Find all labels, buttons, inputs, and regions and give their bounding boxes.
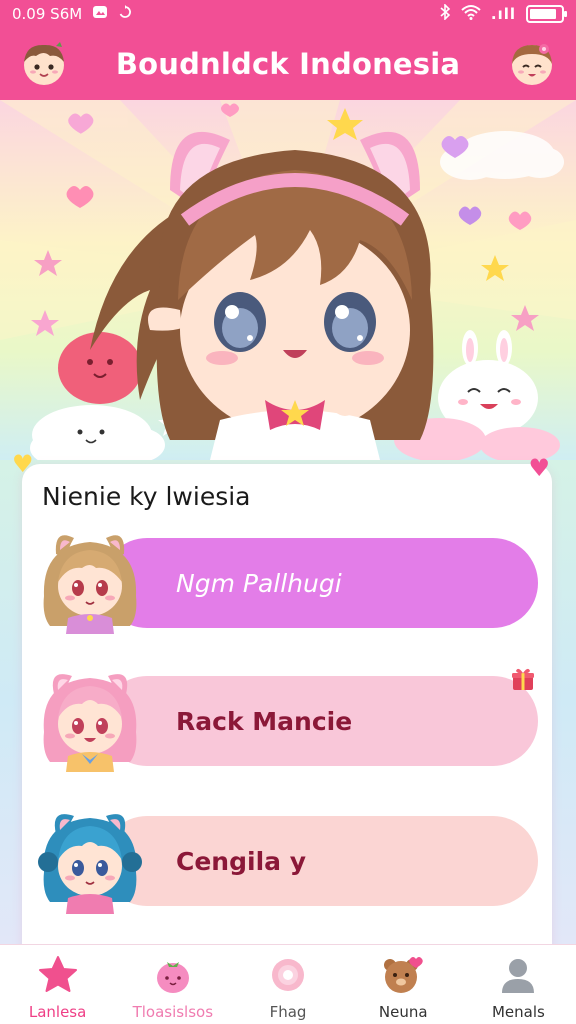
nav-item-4[interactable]: Neuna — [346, 945, 461, 1024]
list-item-button[interactable]: Cengila y — [102, 816, 538, 906]
app-header: Boudnldck Indonesia — [0, 28, 576, 100]
pink-cat-girl-avatar — [43, 674, 137, 772]
nav-item-5[interactable]: Menals — [461, 945, 576, 1024]
gift-icon[interactable] — [510, 666, 536, 692]
status-time: 0.09 S6M — [12, 5, 83, 23]
bear-icon — [384, 957, 423, 993]
nav-item-3[interactable]: Fhag — [230, 945, 345, 1024]
list-item-label: Ngm Pallhugi — [176, 568, 342, 598]
card-title: Nienie ky lwiesia — [42, 482, 251, 511]
page-title: Boudnldck Indonesia — [115, 47, 461, 81]
star-icon — [38, 956, 77, 992]
nav-label: Fhag — [269, 1003, 307, 1021]
character-list-card: ♥ ♥ Nienie ky lwiesia Ngm Pallhugi Rack … — [12, 450, 552, 964]
battery-icon — [526, 5, 567, 23]
user-icon — [502, 959, 535, 993]
boy-avatar[interactable] — [20, 40, 68, 88]
nav-label: Neuna — [378, 1003, 428, 1021]
battery-level — [530, 9, 556, 19]
bottom-nav: Lanlesa Tloasislsos Fhag Neuna Menals — [0, 944, 576, 1024]
list-item-label: Rack Mancie — [176, 706, 353, 736]
wifi-icon — [461, 4, 481, 24]
nav-item-2[interactable]: Tloasislsos — [115, 945, 230, 1024]
nav-label: Lanlesa — [28, 1003, 87, 1021]
blue-cat-girl-avatar — [38, 814, 142, 914]
list-item[interactable]: Cengila y — [22, 804, 552, 914]
bluetooth-icon — [439, 3, 451, 24]
heart-icon: ♥ — [528, 454, 550, 482]
strawberry-icon — [156, 962, 189, 993]
girl-avatar[interactable] — [508, 40, 556, 88]
donut-icon — [272, 959, 304, 991]
list-item-label: Cengila y — [176, 846, 307, 876]
list-item[interactable]: Ngm Pallhugi — [22, 526, 552, 636]
list-item-button[interactable]: Rack Mancie — [102, 676, 538, 766]
nav-item-home[interactable]: Lanlesa — [0, 945, 115, 1024]
nav-label: Menals — [491, 1003, 545, 1021]
list-item[interactable]: Rack Mancie — [22, 664, 552, 774]
blonde-cat-girl-avatar — [43, 535, 137, 634]
status-bar: 0.09 S6M .ıll — [0, 0, 576, 28]
nav-label: Tloasislsos — [132, 1003, 214, 1021]
heart-icon: ♥ — [12, 450, 34, 478]
signal-icon: .ıll — [490, 5, 516, 23]
list-item-button[interactable]: Ngm Pallhugi — [102, 538, 538, 628]
photo-icon — [92, 5, 108, 23]
hero-illustration — [0, 100, 576, 460]
sync-icon — [118, 5, 132, 23]
